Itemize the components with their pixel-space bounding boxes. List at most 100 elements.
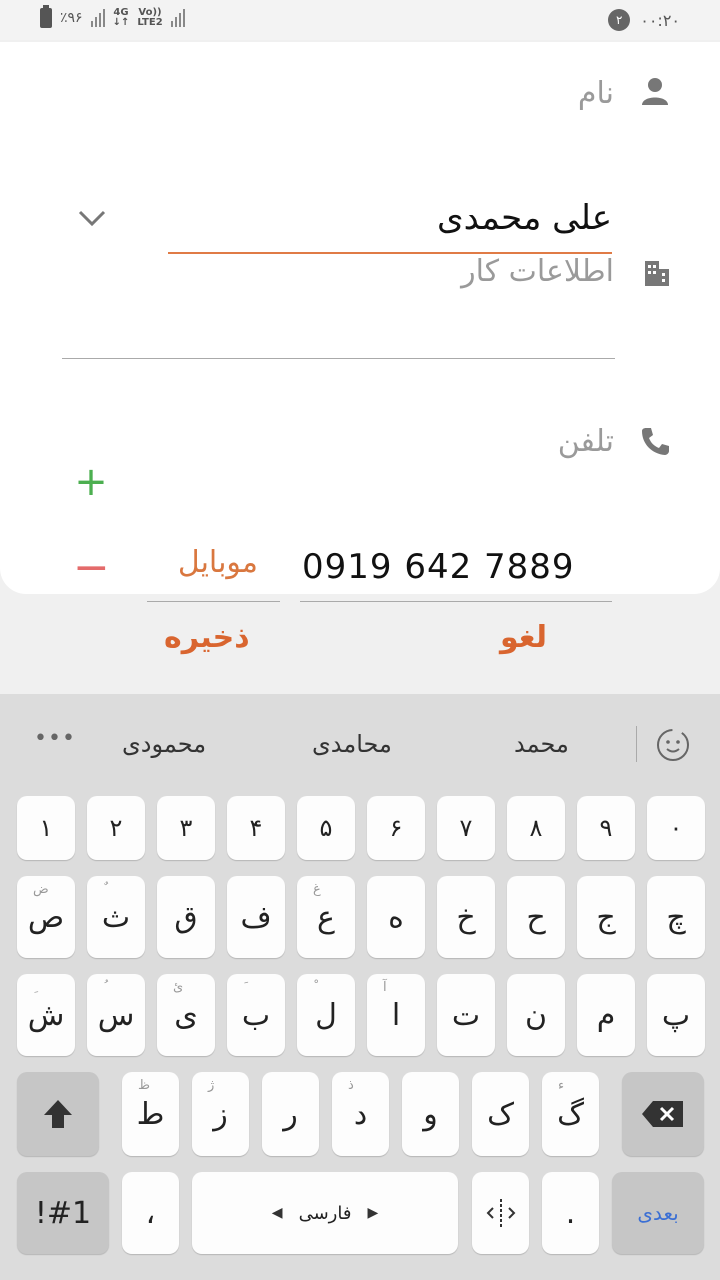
key-row2-1-label: س: [97, 997, 135, 1033]
key-row2-3-label: ب: [241, 997, 271, 1033]
key-num-5-label: ۵: [319, 814, 333, 842]
phone-type-value: موبایل: [177, 545, 258, 580]
key-row2-6[interactable]: ت: [437, 974, 495, 1056]
suggestion-3[interactable]: محمودی: [122, 730, 206, 758]
more-suggestions-button[interactable]: •••: [34, 726, 76, 751]
work-info-field[interactable]: اطلاعات کار: [461, 254, 614, 289]
phone-label: تلفن: [557, 424, 614, 459]
signal-icon: [90, 9, 105, 27]
key-row1-7[interactable]: ح: [507, 876, 565, 958]
key-row3-0[interactable]: طظ: [122, 1072, 179, 1156]
key-num-8[interactable]: ۸: [507, 796, 565, 860]
key-row3-0-hint: ظ: [138, 1078, 151, 1093]
status-bar: ٪۹۶ 4G ↓↑ Vo)) LTE2 ۲ ۰۰:۲۰: [0, 0, 720, 40]
key-row2-7[interactable]: ن: [507, 974, 565, 1056]
space-right-arrow-icon: ▶: [367, 1205, 379, 1221]
key-row1-0[interactable]: صض: [17, 876, 75, 958]
key-num-7-label: ۷: [459, 814, 473, 842]
key-row1-8[interactable]: ج: [577, 876, 635, 958]
phone-number-field[interactable]: 0919 642 7889: [300, 539, 612, 602]
action-bar: ذخیره لغو: [0, 596, 720, 692]
key-num-6-label: ۶: [389, 814, 403, 842]
key-row3-2[interactable]: ر: [262, 1072, 319, 1156]
phone-number-value: 0919 642 7889: [302, 547, 575, 587]
key-row1-6[interactable]: خ: [437, 876, 495, 958]
key-num-3[interactable]: ۳: [157, 796, 215, 860]
key-row1-2[interactable]: ق: [157, 876, 215, 958]
key-row2-8[interactable]: م: [577, 974, 635, 1056]
key-row2-5[interactable]: اآ: [367, 974, 425, 1056]
key-num-7[interactable]: ۷: [437, 796, 495, 860]
shift-key[interactable]: [17, 1072, 99, 1156]
next-key-label: بعدی: [637, 1201, 679, 1225]
network-type-4g: 4G ↓↑: [112, 7, 130, 28]
phone-type-dropdown[interactable]: موبایل: [147, 539, 280, 602]
key-row1-6-label: خ: [456, 899, 476, 935]
shift-icon: [44, 1100, 72, 1128]
key-row3-1-hint: ژ: [208, 1078, 215, 1093]
key-row2-3[interactable]: بَ: [227, 974, 285, 1056]
name-field[interactable]: علی محمدی: [168, 192, 612, 254]
key-row2-8-label: م: [596, 997, 616, 1033]
key-row1-1[interactable]: ثٌ: [87, 876, 145, 958]
space-key[interactable]: ◀ فارسی ▶: [192, 1172, 458, 1254]
next-key[interactable]: بعدی: [612, 1172, 704, 1254]
key-row2-4[interactable]: لْ: [297, 974, 355, 1056]
symbols-key[interactable]: !#1: [17, 1172, 109, 1254]
key-row2-9-label: پ: [661, 997, 691, 1033]
key-row2-0-label: ش: [27, 997, 65, 1033]
key-row2-4-label: ل: [315, 997, 337, 1033]
key-num-10-label: ۰: [669, 814, 683, 842]
save-button[interactable]: ذخیره: [164, 620, 250, 655]
building-icon: [645, 261, 669, 286]
symbols-key-label: !#1: [34, 1195, 92, 1231]
key-row3-5[interactable]: ک: [472, 1072, 529, 1156]
key-row1-4[interactable]: عغ: [297, 876, 355, 958]
key-num-2[interactable]: ۲: [87, 796, 145, 860]
key-num-9[interactable]: ۹: [577, 796, 635, 860]
comma-key-label: ،: [145, 1195, 156, 1231]
clock: ۰۰:۲۰: [640, 10, 680, 30]
key-row1-0-label: ص: [27, 899, 65, 935]
key-row3-4[interactable]: و: [402, 1072, 459, 1156]
key-row2-0[interactable]: شِ: [17, 974, 75, 1056]
key-num-8-label: ۸: [529, 814, 543, 842]
key-num-1[interactable]: ۱: [17, 796, 75, 860]
remove-phone-button[interactable]: −: [73, 546, 110, 590]
key-row1-0-hint: ض: [33, 882, 49, 897]
backspace-key[interactable]: [622, 1072, 704, 1156]
key-row3-6[interactable]: گء: [542, 1072, 599, 1156]
key-row2-1[interactable]: سُ: [87, 974, 145, 1056]
key-row1-5[interactable]: ه: [367, 876, 425, 958]
key-row2-2[interactable]: یئ: [157, 974, 215, 1056]
key-num-4[interactable]: ۴: [227, 796, 285, 860]
suggestion-1[interactable]: محمد: [514, 730, 569, 758]
key-row1-9[interactable]: چ: [647, 876, 705, 958]
period-key[interactable]: .: [542, 1172, 599, 1254]
key-row3-1[interactable]: زژ: [192, 1072, 249, 1156]
phone-icon: [642, 428, 669, 455]
key-num-10[interactable]: ۰: [647, 796, 705, 860]
suggestion-2[interactable]: محامدی: [312, 730, 392, 758]
key-row2-2-label: ی: [174, 997, 198, 1033]
cancel-button[interactable]: لغو: [500, 620, 547, 655]
key-row1-7-label: ح: [526, 899, 546, 935]
key-num-2-label: ۲: [109, 814, 123, 842]
key-num-5[interactable]: ۵: [297, 796, 355, 860]
add-phone-button[interactable]: +: [73, 462, 109, 502]
network-type-volte: Vo)) LTE2: [137, 7, 163, 28]
key-row2-9[interactable]: پ: [647, 974, 705, 1056]
chevron-down-icon[interactable]: [74, 200, 110, 236]
key-row3-3[interactable]: دذ: [332, 1072, 389, 1156]
status-left: ٪۹۶ 4G ↓↑ Vo)) LTE2: [40, 5, 185, 28]
comma-key[interactable]: ،: [122, 1172, 179, 1254]
emoji-sync-icon[interactable]: [654, 726, 692, 764]
key-row3-6-label: گ: [557, 1096, 584, 1132]
name-label: نام: [577, 76, 614, 111]
contact-form-card: نام علی محمدی اطلاعات کار تلفن + − موبای…: [0, 42, 720, 602]
key-row3-5-label: ک: [487, 1096, 514, 1132]
cursor-move-key[interactable]: [472, 1172, 529, 1254]
key-row2-5-label: ا: [391, 997, 401, 1033]
key-row1-3[interactable]: ف: [227, 876, 285, 958]
key-num-6[interactable]: ۶: [367, 796, 425, 860]
